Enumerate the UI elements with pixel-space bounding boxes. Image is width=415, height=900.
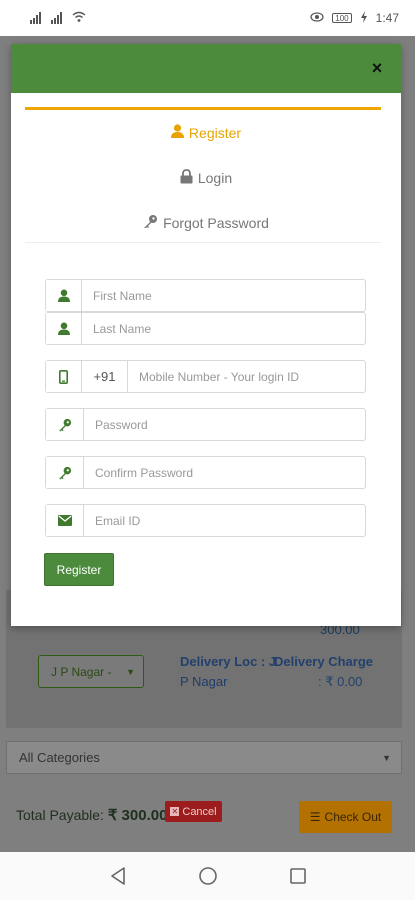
total-payable: Total Payable: ₹ 300.00 <box>16 806 167 824</box>
user-icon <box>46 280 82 311</box>
navigation-bar <box>0 852 415 900</box>
total-payable-label: Total Payable: <box>16 807 104 823</box>
clock-time: 1:47 <box>375 11 399 25</box>
cancel-button-label: Cancel <box>182 805 217 818</box>
cancel-button[interactable]: ✕ Cancel <box>165 801 222 822</box>
user-icon <box>170 124 184 141</box>
country-code: +91 <box>82 361 128 392</box>
eye-icon <box>310 11 324 25</box>
tab-forgot-password-label: Forgot Password <box>163 215 269 231</box>
home-icon[interactable] <box>196 864 220 888</box>
recents-icon[interactable] <box>286 864 310 888</box>
register-button[interactable]: Register <box>44 553 114 586</box>
cart-icon: ☰ <box>309 810 321 824</box>
confirm-password-input[interactable] <box>84 457 365 488</box>
first-name-field <box>45 279 366 312</box>
modal-header: × <box>11 44 401 93</box>
battery-icon: 100 <box>332 13 352 23</box>
delivery-charge-label: Delivery Charge <box>274 654 373 669</box>
tab-register-label: Register <box>188 124 242 141</box>
key-icon <box>46 457 84 488</box>
divider <box>25 242 381 243</box>
delivery-charge: Delivery Charge : ₹ 0.00 <box>274 652 373 692</box>
envelope-icon <box>46 505 84 536</box>
mobile-field: +91 <box>45 360 366 393</box>
user-icon <box>46 313 82 344</box>
last-name-input[interactable] <box>82 313 365 344</box>
categories-select[interactable]: All Categories ▼ <box>6 741 402 774</box>
key-icon <box>143 214 158 232</box>
tab-login[interactable]: Login <box>11 169 401 187</box>
mobile-number-input[interactable] <box>128 361 365 392</box>
back-icon[interactable] <box>106 864 130 888</box>
checkout-button[interactable]: ☰ Check Out <box>299 801 392 833</box>
total-payable-value: ₹ 300.00 <box>107 807 168 824</box>
email-input[interactable] <box>84 505 365 536</box>
signal-icon <box>51 12 62 24</box>
chevron-down-icon: ▼ <box>382 752 391 763</box>
close-icon: ✕ <box>170 807 180 816</box>
tab-register[interactable]: Register <box>11 124 401 141</box>
tab-login-label: Login <box>197 170 233 186</box>
first-name-input[interactable] <box>82 280 365 311</box>
mobile-phone-icon <box>46 361 82 392</box>
delivery-location: Delivery Loc : J P Nagar <box>180 652 276 692</box>
delivery-charge-value: : ₹ 0.00 <box>318 674 363 689</box>
categories-select-value: All Categories <box>19 750 100 765</box>
email-field <box>45 504 366 537</box>
key-icon <box>46 409 84 440</box>
chevron-down-icon: ▼ <box>126 666 135 677</box>
close-button[interactable]: × <box>367 58 387 78</box>
delivery-location-label: Delivery Loc : J <box>180 654 277 669</box>
auth-modal: × Register Login Forgot Password First N… <box>11 44 401 626</box>
last-name-field <box>45 312 366 345</box>
lock-icon <box>180 169 193 187</box>
delivery-location-value: P Nagar <box>180 674 228 689</box>
location-select[interactable]: J P Nagar - ▼ <box>38 655 144 688</box>
tab-forgot-password[interactable]: Forgot Password <box>11 214 401 232</box>
password-input[interactable] <box>84 409 365 440</box>
active-tab-indicator <box>25 107 381 110</box>
location-select-value: J P Nagar - <box>51 664 112 679</box>
status-bar: 100 1:47 <box>0 0 415 36</box>
signal-icon <box>30 12 41 24</box>
checkout-button-label: Check Out <box>324 810 382 824</box>
password-field <box>45 408 366 441</box>
charging-icon <box>360 10 368 26</box>
confirm-password-field <box>45 456 366 489</box>
wifi-icon <box>72 11 86 26</box>
